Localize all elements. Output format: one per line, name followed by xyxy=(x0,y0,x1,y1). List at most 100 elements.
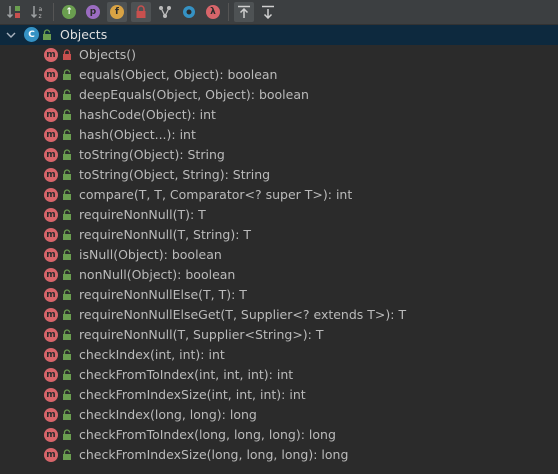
public-lock-icon xyxy=(63,389,71,400)
member-signature-label: checkIndex(long, long): long xyxy=(79,407,257,422)
autoscroll-from-source-button[interactable] xyxy=(258,2,278,22)
public-lock-icon xyxy=(63,149,71,160)
public-lock-icon xyxy=(63,129,71,140)
member-signature-label: requireNonNull(T, Supplier<String>): T xyxy=(79,327,324,342)
sort-alphabetically-button[interactable]: a z xyxy=(28,2,48,22)
method-icon: m xyxy=(44,268,58,282)
tree-member-row[interactable]: m checkIndex(long, long): long xyxy=(0,405,558,425)
member-list: m Objects() m equals(Object, Object): boole… xyxy=(0,45,558,465)
public-lock-icon xyxy=(63,369,71,380)
method-icon: m xyxy=(44,308,58,322)
class-name-label: Objects xyxy=(60,27,108,42)
method-icon: m xyxy=(44,148,58,162)
tree-root-node[interactable]: C Objects xyxy=(0,25,558,45)
tree-member-row[interactable]: m Objects() xyxy=(0,45,558,65)
method-icon: m xyxy=(44,248,58,262)
public-lock-icon xyxy=(63,229,71,240)
method-icon: m xyxy=(44,188,58,202)
member-signature-label: checkFromIndexSize(int, int, int): int xyxy=(79,387,306,402)
member-signature-label: checkIndex(int, int): int xyxy=(79,347,225,362)
show-fields-button[interactable]: f xyxy=(107,2,127,22)
member-signature-label: requireNonNullElse(T, T): T xyxy=(79,287,247,302)
show-non-public-button[interactable] xyxy=(131,2,151,22)
member-signature-label: isNull(Object): boolean xyxy=(79,247,222,262)
tree-member-row[interactable]: m checkIndex(int, int): int xyxy=(0,345,558,365)
tree-member-row[interactable]: m isNull(Object): boolean xyxy=(0,245,558,265)
member-signature-label: deepEquals(Object, Object): boolean xyxy=(79,87,309,102)
sort-alphabetically-icon: a z xyxy=(30,6,43,20)
show-inherited-button[interactable]: ↑ xyxy=(59,2,79,22)
tree-member-row[interactable]: m toString(Object, String): String xyxy=(0,165,558,185)
method-icon: m xyxy=(44,208,58,222)
public-lock-icon xyxy=(63,189,71,200)
method-icon: m xyxy=(44,68,58,82)
tree-member-row[interactable]: m equals(Object, Object): boolean xyxy=(0,65,558,85)
public-lock-icon xyxy=(63,329,71,340)
tree-member-row[interactable]: m toString(Object): String xyxy=(0,145,558,165)
tree-member-row[interactable]: m hash(Object...): int xyxy=(0,125,558,145)
toolbar-separator xyxy=(228,3,229,21)
method-icon: m xyxy=(44,168,58,182)
public-lock-icon xyxy=(63,249,71,260)
member-signature-label: hash(Object...): int xyxy=(79,127,196,142)
public-lock-icon xyxy=(63,89,71,100)
public-lock-icon xyxy=(63,69,71,80)
chevron-down-icon[interactable] xyxy=(5,29,17,41)
method-icon: m xyxy=(44,48,58,62)
public-lock-icon xyxy=(63,409,71,420)
member-signature-label: nonNull(Object): boolean xyxy=(79,267,236,282)
method-icon: m xyxy=(44,288,58,302)
method-icon: m xyxy=(44,448,58,462)
method-icon: m xyxy=(44,428,58,442)
show-inheritance-tree-icon xyxy=(159,6,171,18)
tree-member-row[interactable]: m checkFromIndexSize(long, long, long): l… xyxy=(0,445,558,465)
tree-member-row[interactable]: m deepEquals(Object, Object): boolean xyxy=(0,85,558,105)
member-signature-label: checkFromToIndex(int, int, int): int xyxy=(79,367,294,382)
tree-member-row[interactable]: m compare(T, T, Comparator<? super T>): i… xyxy=(0,185,558,205)
member-signature-label: compare(T, T, Comparator<? super T>): in… xyxy=(79,187,353,202)
show-fields-icon: f xyxy=(110,5,124,19)
tree-member-row[interactable]: m requireNonNull(T, String): T xyxy=(0,225,558,245)
tree-member-row[interactable]: m requireNonNullElseGet(T, Supplier<? ext… xyxy=(0,305,558,325)
tree-member-row[interactable]: m requireNonNull(T, Supplier<String>): T xyxy=(0,325,558,345)
member-signature-label: toString(Object, String): String xyxy=(79,167,271,182)
tree-member-row[interactable]: m requireNonNullElse(T, T): T xyxy=(0,285,558,305)
public-lock-icon xyxy=(63,209,71,220)
public-lock-icon xyxy=(63,289,71,300)
member-signature-label: toString(Object): String xyxy=(79,147,225,162)
show-inheritance-tree-button[interactable] xyxy=(155,2,175,22)
method-icon: m xyxy=(44,368,58,382)
sort-by-visibility-button[interactable] xyxy=(4,2,24,22)
member-signature-label: hashCode(Object): int xyxy=(79,107,216,122)
show-non-public-icon xyxy=(136,5,146,18)
tree-member-row[interactable]: m checkFromToIndex(long, long, long): lon… xyxy=(0,425,558,445)
show-lambdas-button[interactable]: λ xyxy=(203,2,223,22)
show-anonymous-classes-button[interactable] xyxy=(179,2,199,22)
show-properties-button[interactable]: p xyxy=(83,2,103,22)
tree-member-row[interactable]: m checkFromIndexSize(int, int, int): int xyxy=(0,385,558,405)
method-icon: m xyxy=(44,228,58,242)
tree-member-row[interactable]: m nonNull(Object): boolean xyxy=(0,265,558,285)
autoscroll-to-source-button[interactable] xyxy=(234,2,254,22)
public-lock-icon xyxy=(63,309,71,320)
method-icon: m xyxy=(44,328,58,342)
public-lock-icon xyxy=(63,429,71,440)
member-signature-label: checkFromIndexSize(long, long, long): lo… xyxy=(79,447,349,462)
member-signature-label: requireNonNullElseGet(T, Supplier<? exte… xyxy=(79,307,407,322)
public-lock-icon xyxy=(63,109,71,120)
tree-member-row[interactable]: m hashCode(Object): int xyxy=(0,105,558,125)
member-signature-label: equals(Object, Object): boolean xyxy=(79,67,278,82)
tree-member-row[interactable]: m requireNonNull(T): T xyxy=(0,205,558,225)
public-lock-icon xyxy=(63,169,71,180)
public-lock-icon xyxy=(63,449,71,460)
public-lock-icon xyxy=(43,29,51,40)
private-lock-icon xyxy=(63,49,71,60)
structure-tree: C Objects m Objects() m equals(Object, Obje… xyxy=(0,25,558,465)
tree-member-row[interactable]: m checkFromToIndex(int, int, int): int xyxy=(0,365,558,385)
class-icon: C xyxy=(24,27,39,42)
method-icon: m xyxy=(44,88,58,102)
method-icon: m xyxy=(44,108,58,122)
public-lock-icon xyxy=(63,349,71,360)
member-signature-label: checkFromToIndex(long, long, long): long xyxy=(79,427,336,442)
svg-text:z: z xyxy=(39,13,42,20)
